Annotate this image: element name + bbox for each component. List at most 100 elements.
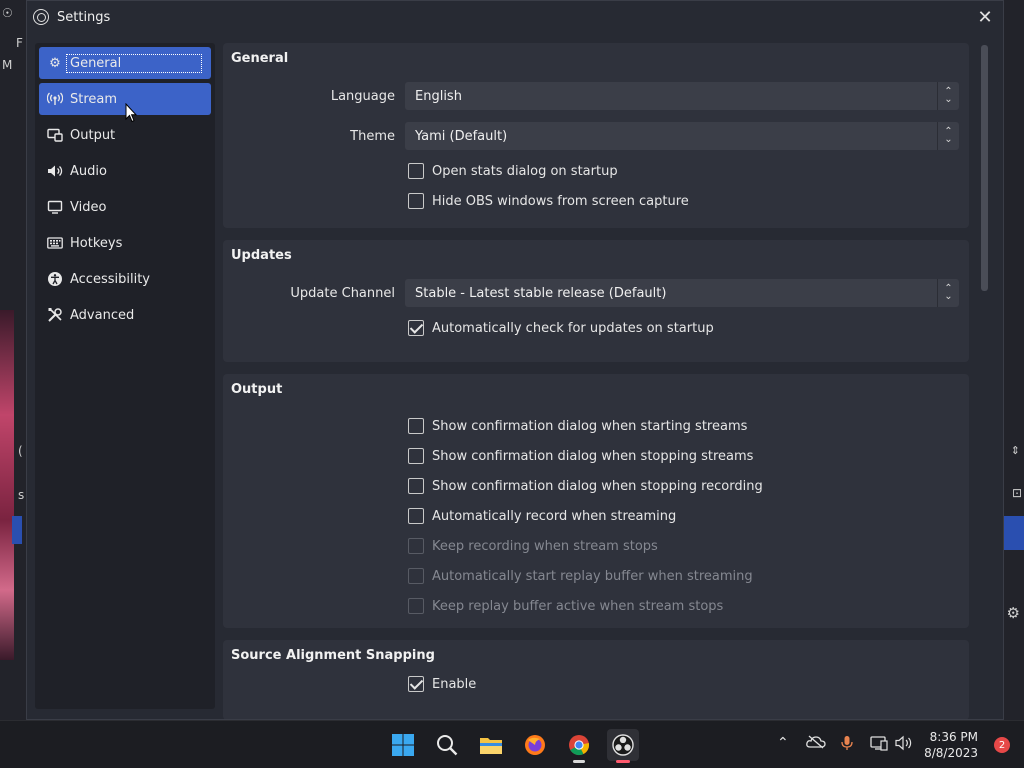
sidebar-item-video[interactable]: Video: [39, 191, 211, 223]
chevron-up-icon[interactable]: ⌃: [777, 735, 789, 751]
sidebar-item-label: Hotkeys: [70, 235, 123, 251]
group-heading: Source Alignment Snapping: [231, 648, 435, 663]
option-label: Show confirmation dialog when stopping r…: [432, 478, 763, 494]
general-group: General Language English ⌃ ⌄ Theme Yami (…: [223, 43, 969, 228]
accessibility-icon: [47, 271, 63, 287]
background-selection: [12, 516, 22, 544]
snapping-enable-option[interactable]: Enable: [231, 669, 961, 699]
spinner-arrows-icon: ⌃ ⌄: [937, 122, 959, 150]
keyboard-icon: [47, 235, 63, 251]
running-indicator: [616, 760, 630, 763]
sidebar-item-general[interactable]: ⚙ General: [39, 47, 211, 79]
sidebar-item-accessibility[interactable]: Accessibility: [39, 263, 211, 295]
background-glyph: M: [2, 58, 13, 72]
auto-replay-buffer-option: Automatically start replay buffer when s…: [231, 561, 961, 591]
sidebar-item-hotkeys[interactable]: Hotkeys: [39, 227, 211, 259]
checkbox[interactable]: [408, 508, 424, 524]
option-label: Show confirmation dialog when starting s…: [432, 418, 748, 434]
microphone-icon[interactable]: [840, 735, 854, 755]
background-glyph: ⊡: [1011, 486, 1022, 500]
auto-update-option[interactable]: Automatically check for updates on start…: [231, 313, 961, 343]
firefox-icon[interactable]: [519, 729, 551, 761]
keep-recording-option: Keep recording when stream stops: [231, 531, 961, 561]
language-select[interactable]: English ⌃ ⌄: [405, 82, 959, 110]
updates-group: Updates Update Channel Stable - Latest s…: [223, 240, 969, 362]
background-glyph: F: [16, 36, 23, 50]
windows-start-icon[interactable]: [387, 729, 419, 761]
system-clock[interactable]: 8:36 PM 8/8/2023: [924, 729, 978, 761]
notification-badge[interactable]: 2: [994, 737, 1010, 753]
tools-icon: [47, 307, 63, 323]
confirm-stop-recording-option[interactable]: Show confirmation dialog when stopping r…: [231, 471, 961, 501]
clock-time: 8:36 PM: [929, 730, 978, 744]
close-button[interactable]: ✕: [973, 5, 997, 29]
background-preview: [0, 310, 14, 660]
volume-icon[interactable]: [895, 735, 913, 755]
checkbox[interactable]: [408, 478, 424, 494]
option-label: Automatically record when streaming: [432, 508, 677, 524]
checkbox[interactable]: [408, 320, 424, 336]
update-channel-row: Update Channel Stable - Latest stable re…: [231, 273, 961, 313]
output-icon: [47, 127, 63, 143]
sidebar-item-label: General: [66, 53, 202, 73]
spinner-arrows-icon: ⌃ ⌄: [937, 82, 959, 110]
auto-record-option[interactable]: Automatically record when streaming: [231, 501, 961, 531]
chrome-icon[interactable]: [563, 729, 595, 763]
option-label: Enable: [432, 676, 477, 692]
option-label: Keep replay buffer active when stream st…: [432, 598, 724, 614]
sidebar-item-label: Output: [70, 127, 116, 143]
group-heading: Updates: [231, 248, 292, 263]
title-bar: Settings ✕: [27, 1, 1003, 33]
open-stats-option[interactable]: Open stats dialog on startup: [231, 156, 961, 186]
file-explorer-icon[interactable]: [475, 729, 507, 761]
option-label: Automatically check for updates on start…: [432, 320, 714, 336]
snapping-group: Source Alignment Snapping Enable: [223, 640, 969, 719]
hide-obs-option[interactable]: Hide OBS windows from screen capture: [231, 186, 961, 216]
checkbox[interactable]: [408, 418, 424, 434]
checkbox[interactable]: [408, 163, 424, 179]
theme-row: Theme Yami (Default) ⌃ ⌄: [231, 116, 961, 156]
sidebar-item-advanced[interactable]: Advanced: [39, 299, 211, 331]
sidebar-item-label: Advanced: [70, 307, 135, 323]
sidebar-item-label: Audio: [70, 163, 107, 179]
network-icon[interactable]: [870, 735, 888, 755]
monitor-icon: [47, 199, 63, 215]
sidebar-item-output[interactable]: Output: [39, 119, 211, 151]
confirm-stop-stream-option[interactable]: Show confirmation dialog when stopping s…: [231, 441, 961, 471]
theme-select[interactable]: Yami (Default) ⌃ ⌄: [405, 122, 959, 150]
checkbox: [408, 598, 424, 614]
running-indicator: [573, 760, 585, 763]
sidebar-item-audio[interactable]: Audio: [39, 155, 211, 187]
option-label: Keep recording when stream stops: [432, 538, 658, 554]
option-label: Show confirmation dialog when stopping s…: [432, 448, 754, 464]
background-gear-icon: ⚙: [1006, 604, 1020, 622]
checkbox[interactable]: [408, 193, 424, 209]
confirm-start-stream-option[interactable]: Show confirmation dialog when starting s…: [231, 411, 961, 441]
sidebar-item-label: Accessibility: [70, 271, 150, 287]
search-icon[interactable]: [431, 729, 463, 761]
sidebar-item-label: Stream: [70, 91, 118, 107]
taskbar: ⌃ 8:36 PM 8/8/2023 2: [0, 720, 1024, 768]
keep-replay-buffer-option: Keep replay buffer active when stream st…: [231, 591, 961, 621]
settings-dialog: Settings ✕ ⚙ General Stream Output Audio: [26, 0, 1004, 720]
checkbox[interactable]: [408, 448, 424, 464]
content-scrollbar[interactable]: [979, 45, 989, 709]
group-heading: Output: [231, 382, 283, 397]
onedrive-offline-icon[interactable]: [806, 735, 826, 753]
theme-value: Yami (Default): [415, 128, 508, 144]
update-channel-select[interactable]: Stable - Latest stable release (Default)…: [405, 279, 959, 307]
antenna-icon: [47, 91, 63, 107]
settings-content: General Language English ⌃ ⌄ Theme Yami (…: [223, 43, 969, 719]
window-title: Settings: [57, 9, 111, 25]
language-label: Language: [330, 88, 395, 104]
option-label: Hide OBS windows from screen capture: [432, 193, 689, 209]
background-glyph: s: [18, 488, 25, 502]
output-group: Output Show confirmation dialog when sta…: [223, 374, 969, 628]
scrollbar-thumb[interactable]: [981, 45, 988, 291]
mouse-cursor-icon: [125, 103, 137, 123]
checkbox[interactable]: [408, 676, 424, 692]
obs-icon[interactable]: [607, 729, 639, 763]
clock-date: 8/8/2023: [924, 746, 978, 760]
obs-logo-icon: [33, 9, 49, 25]
option-label: Automatically start replay buffer when s…: [432, 568, 753, 584]
